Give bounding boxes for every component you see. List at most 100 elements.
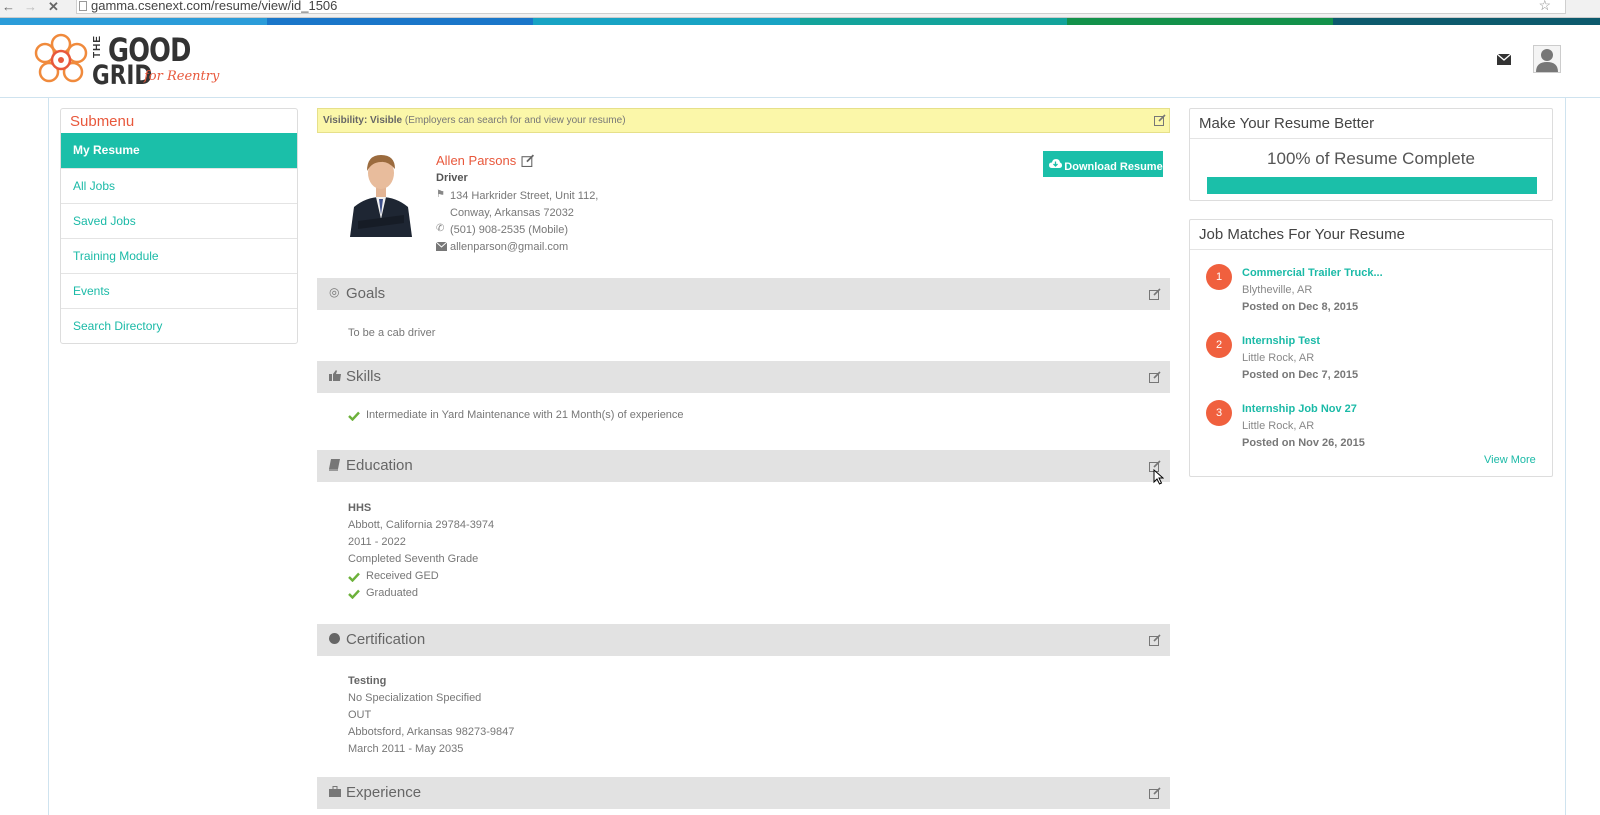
- browser-toolbar: ← → ✕ gamma.csenext.com/resume/view/id_1…: [0, 0, 1600, 18]
- submenu-title: Submenu: [70, 113, 135, 130]
- match-date: Posted on Dec 8, 2015: [1242, 301, 1359, 313]
- education-title: Education: [346, 457, 413, 474]
- submenu-item-saved-jobs[interactable]: Saved Jobs: [61, 203, 297, 238]
- match-title-link[interactable]: Internship Test: [1242, 335, 1320, 347]
- job-matches-title: Job Matches For Your Resume: [1190, 220, 1552, 250]
- goals-section-header: ◎ Goals: [317, 278, 1170, 310]
- submenu-panel: Submenu My Resume All Jobs Saved Jobs Tr…: [60, 108, 298, 344]
- cloud-download-icon: [1049, 159, 1062, 168]
- match-title-link[interactable]: Commercial Trailer Truck...: [1242, 267, 1383, 279]
- match-number-badge: 2: [1206, 332, 1232, 358]
- education-level: Completed Seventh Grade: [348, 553, 479, 565]
- book-icon: [329, 459, 340, 471]
- profile-address-line2: Conway, Arkansas 72032: [450, 207, 574, 219]
- edit-skills-icon[interactable]: [1149, 371, 1161, 383]
- education-location: Abbott, California 29784-3974: [348, 519, 495, 531]
- resume-complete-label: 100% of Resume Complete: [1267, 149, 1475, 168]
- education-ged: Received GED: [366, 570, 439, 582]
- visibility-note: (Employers can search for and view your …: [404, 115, 626, 126]
- address-bar[interactable]: gamma.csenext.com/resume/view/id_1506 ☆: [76, 0, 1566, 14]
- map-marker-icon: ⚑: [436, 189, 445, 200]
- experience-section-header: Experience: [317, 777, 1170, 809]
- edit-visibility-icon[interactable]: [1154, 114, 1166, 126]
- profile-job-title: Driver: [436, 172, 468, 184]
- profile-email: allenparson@gmail.com: [450, 241, 569, 253]
- download-resume-label: Download Resume: [1064, 161, 1163, 173]
- match-location: Little Rock, AR: [1242, 420, 1315, 432]
- page-icon: [79, 1, 87, 11]
- page-left-border: [48, 98, 49, 815]
- certification-title: Certification: [346, 631, 426, 648]
- back-icon[interactable]: ←: [2, 0, 15, 14]
- match-title-link[interactable]: Internship Job Nov 27: [1242, 403, 1357, 415]
- bookmark-star-icon[interactable]: ☆: [1538, 0, 1551, 12]
- submenu-item-search-directory[interactable]: Search Directory: [61, 308, 297, 343]
- certificate-icon: [329, 633, 340, 644]
- certification-name: Testing: [348, 675, 387, 687]
- education-section-header: Education: [317, 450, 1170, 482]
- certification-specialization: No Specialization Specified: [348, 692, 482, 704]
- logo-the: THE: [92, 35, 103, 58]
- experience-title: Experience: [346, 784, 422, 801]
- goals-title: Goals: [346, 285, 386, 302]
- edit-experience-icon[interactable]: [1149, 787, 1161, 799]
- target-icon: ◎: [329, 285, 340, 299]
- submenu-item-events[interactable]: Events: [61, 273, 297, 308]
- user-avatar-button[interactable]: [1533, 45, 1561, 73]
- certification-section-header: Certification: [317, 624, 1170, 656]
- match-date: Posted on Nov 26, 2015: [1242, 437, 1365, 449]
- skills-title: Skills: [346, 368, 382, 385]
- page-right-border: [1565, 98, 1566, 815]
- edit-certification-icon[interactable]: [1149, 634, 1161, 646]
- certification-dates: March 2011 - May 2035: [348, 743, 464, 755]
- goals-text: To be a cab driver: [348, 327, 436, 339]
- view-more-link[interactable]: View More: [1484, 454, 1536, 466]
- mouse-cursor-icon: [1153, 469, 1164, 485]
- logo-tagline: for Reentry: [144, 69, 220, 84]
- skill-item: Intermediate in Yard Maintenance with 21…: [366, 409, 684, 421]
- profile-address-line1: 134 Harkrider Street, Unit 112,: [450, 190, 599, 202]
- match-location: Little Rock, AR: [1242, 352, 1315, 364]
- submenu-item-my-resume[interactable]: My Resume: [61, 133, 297, 168]
- edit-goals-icon[interactable]: [1149, 288, 1161, 300]
- match-location: Blytheville, AR: [1242, 284, 1313, 296]
- certification-org: OUT: [348, 709, 372, 721]
- education-school: HHS: [348, 502, 372, 514]
- stop-icon[interactable]: ✕: [48, 0, 59, 14]
- education-years: 2011 - 2022: [348, 536, 406, 548]
- edit-profile-icon[interactable]: [521, 154, 535, 167]
- site-header: THE GOOD GRID for Reentry: [0, 25, 1600, 98]
- submenu-item-training-module[interactable]: Training Module: [61, 238, 297, 273]
- check-icon: [348, 572, 360, 582]
- check-icon: [348, 589, 360, 599]
- profile-name: Allen Parsons: [436, 153, 517, 168]
- skills-section-header: Skills: [317, 361, 1170, 393]
- color-stripe: [0, 18, 1600, 25]
- visibility-bar: Visibility: Visible (Employers can searc…: [317, 108, 1170, 133]
- phone-icon: ✆: [436, 223, 445, 234]
- education-graduated: Graduated: [366, 587, 418, 599]
- thumbs-up-icon: [329, 370, 341, 381]
- visibility-label: Visibility: Visible: [323, 115, 403, 126]
- match-date: Posted on Dec 7, 2015: [1242, 369, 1359, 381]
- resume-score-box: Make Your Resume Better 100% of Resume C…: [1189, 108, 1553, 201]
- forward-icon[interactable]: →: [24, 0, 37, 14]
- profile-phone: (501) 908-2535 (Mobile): [450, 224, 569, 236]
- resume-progress-fill: [1207, 177, 1537, 194]
- download-resume-button[interactable]: Download Resume: [1043, 151, 1163, 177]
- resume-progress-bar: [1207, 177, 1537, 194]
- match-number-badge: 3: [1206, 400, 1232, 426]
- envelope-icon: [436, 242, 447, 251]
- match-number-badge: 1: [1206, 264, 1232, 290]
- user-icon: [1536, 49, 1558, 72]
- url-text: gamma.csenext.com/resume/view/id_1506: [91, 0, 338, 13]
- certification-location: Abbotsford, Arkansas 98273-9847: [348, 726, 515, 738]
- profile-photo: [346, 151, 416, 237]
- job-matches-box: Job Matches For Your Resume 1 Commercial…: [1189, 219, 1553, 477]
- resume-score-title: Make Your Resume Better: [1190, 109, 1552, 139]
- flower-logo-icon: [34, 33, 88, 83]
- site-logo[interactable]: THE GOOD GRID for Reentry: [32, 29, 222, 91]
- briefcase-icon: [329, 786, 341, 797]
- submenu-item-all-jobs[interactable]: All Jobs: [61, 168, 297, 203]
- mail-icon[interactable]: [1497, 54, 1511, 65]
